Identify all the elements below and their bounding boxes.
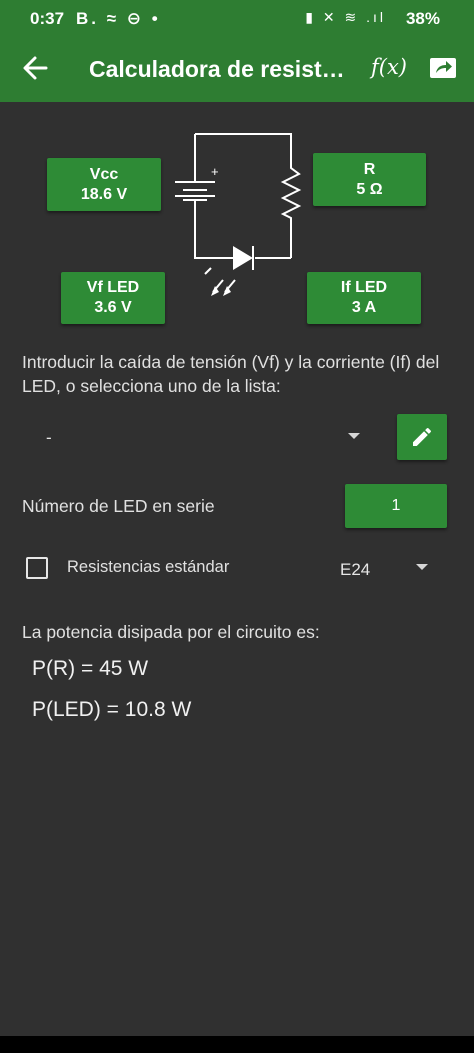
page-title: Calculadora de resist… [89, 56, 345, 82]
status-bar: 0:37 B. ≈ ⊖ • ▮ ✕ ≋ .ıl 38% [0, 0, 474, 36]
led-count-button[interactable]: 1 [345, 484, 447, 528]
vcc-button[interactable]: Vcc 18.6 V [47, 158, 161, 211]
resistor-series-select[interactable]: E24 [330, 552, 442, 586]
arrow-back-icon[interactable] [20, 52, 50, 84]
led-count-label: Número de LED en serie [22, 496, 215, 516]
vf-led-value: 3.6 V [94, 299, 132, 316]
notification-icons: B. ≈ ⊖ • [76, 9, 161, 28]
formula-button[interactable]: f(x) [371, 55, 407, 79]
resistor-label: R [363, 160, 376, 178]
chevron-down-icon [416, 564, 428, 570]
led-type-select[interactable]: - [22, 418, 368, 458]
power-led-value: P(LED) = 10.8 W [32, 698, 192, 721]
battery-level: 38% [405, 9, 440, 28]
resistor-button[interactable]: R 5 Ω [313, 153, 426, 206]
resistor-series-value: E24 [340, 560, 371, 579]
pencil-icon [413, 427, 432, 446]
share-icon[interactable] [428, 54, 458, 82]
vf-led-button[interactable]: Vf LED 3.6 V [61, 272, 165, 324]
led-count-value: 1 [391, 497, 401, 514]
power-label: La potencia disipada por el circuito es: [22, 622, 320, 642]
status-time: 0:37 [30, 9, 65, 28]
vf-led-label: Vf LED [86, 279, 140, 296]
battery-plus-label: + [211, 164, 219, 179]
power-resistor-value: P(R) = 45 W [32, 657, 149, 680]
vcc-value: 18.6 V [80, 185, 128, 203]
standard-resistors-label: Resistencias estándar [67, 558, 230, 576]
circuit-diagram: + [175, 133, 302, 296]
if-led-button[interactable]: If LED 3 A [307, 272, 421, 324]
if-led-label: If LED [340, 279, 388, 296]
system-icons: ▮ ✕ ≋ .ıl [305, 9, 386, 25]
vcc-label: Vcc [89, 165, 119, 183]
if-led-value: 3 A [351, 299, 377, 316]
resistor-value: 5 Ω [356, 180, 383, 198]
standard-resistors-checkbox[interactable] [26, 557, 48, 579]
app-bar: Calculadora de resist… f(x) [0, 36, 474, 102]
navigation-bar [0, 1036, 474, 1053]
led-type-value: - [46, 428, 52, 447]
chevron-down-icon [348, 433, 360, 439]
edit-button[interactable] [397, 414, 447, 460]
intro-text: Introducir la caída de tensión (Vf) y la… [22, 352, 440, 396]
